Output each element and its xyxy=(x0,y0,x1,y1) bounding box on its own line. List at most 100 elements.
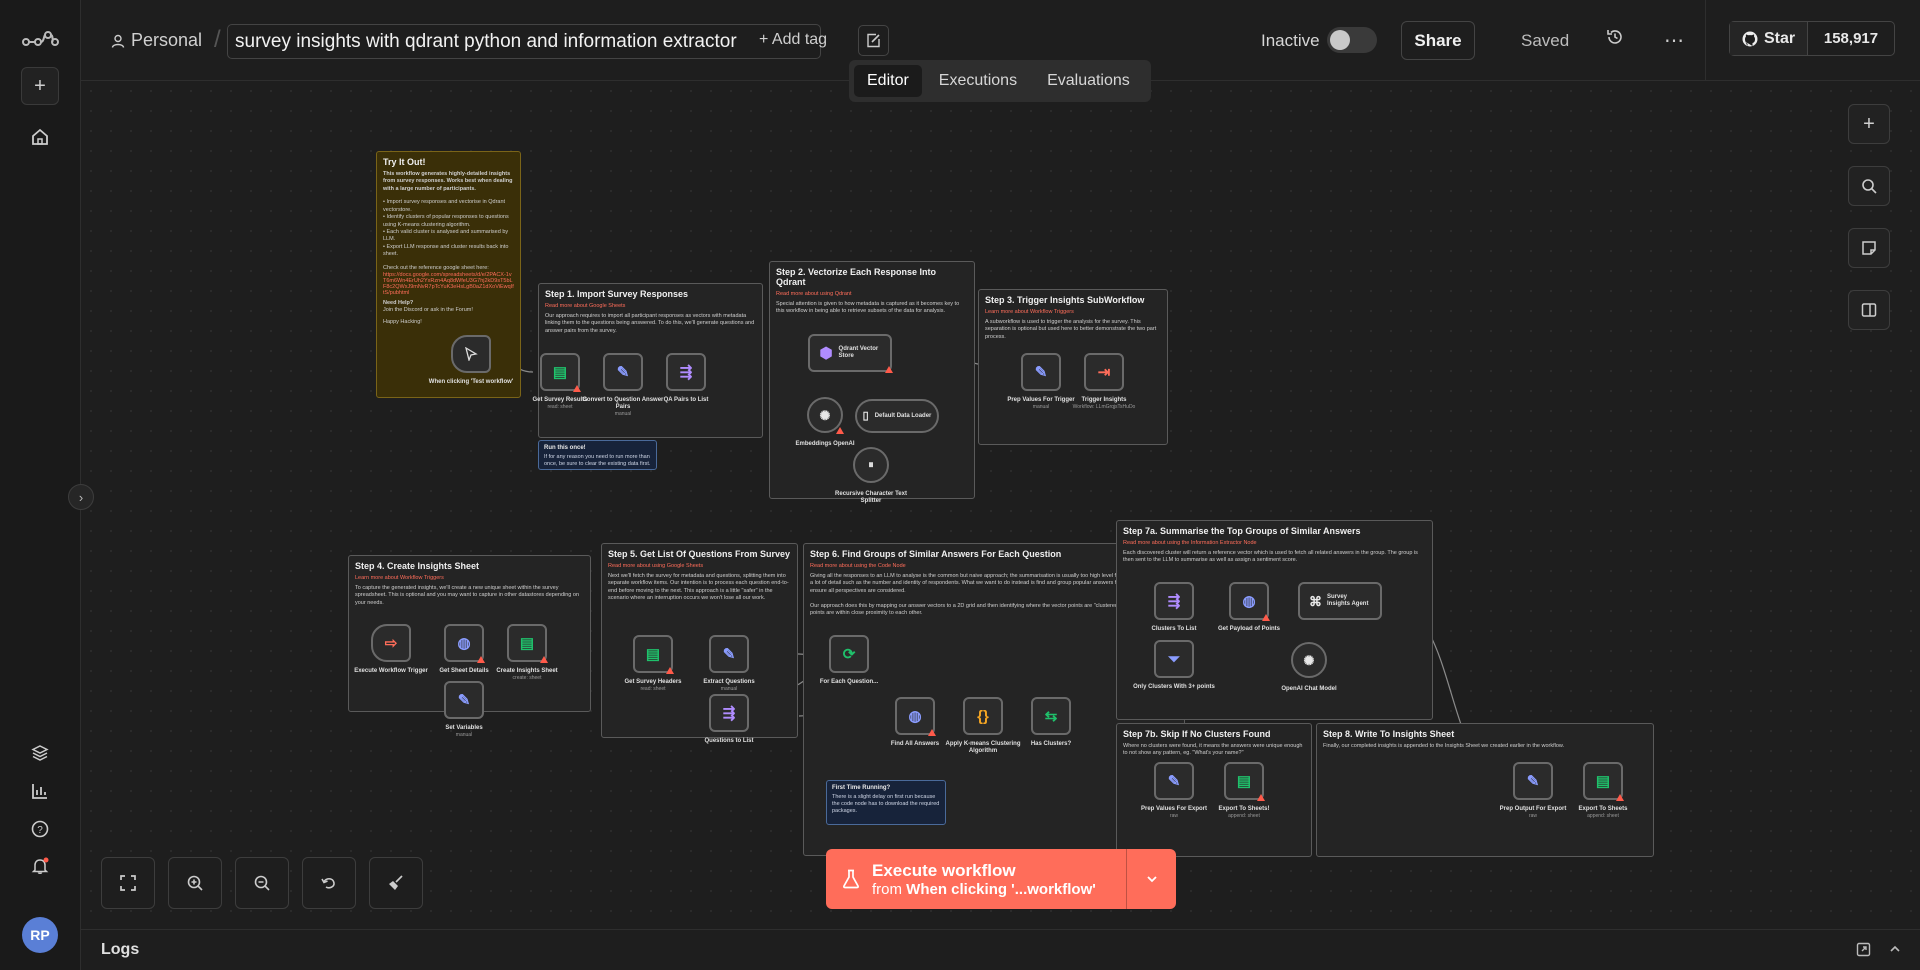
node-get-survey-results[interactable]: ▤ Get Survey Results read: sheet xyxy=(532,353,588,410)
toggle-panel-button[interactable] xyxy=(1848,290,1890,330)
add-sticky-button[interactable] xyxy=(1848,228,1890,268)
sticky-step-5[interactable]: Step 5. Get List Of Questions From Surve… xyxy=(601,543,798,738)
view-tabs: Editor Executions Evaluations xyxy=(849,60,1151,102)
warning-icon xyxy=(573,385,581,392)
sticky-ref-link[interactable]: https://docs.google.com/spreadsheets/d/e… xyxy=(383,272,514,296)
sticky-link[interactable]: Read more about using Google Sheets xyxy=(608,563,791,569)
sticky-step-7b[interactable]: Step 7b. Skip If No Clusters Found Where… xyxy=(1116,723,1312,857)
sticky-first-time[interactable]: First Time Running? There is a slight de… xyxy=(826,780,946,825)
node-convert-qa-pairs[interactable]: ✎ Convert to Question Answer Pairs manual xyxy=(583,353,663,417)
node-questions-to-list[interactable]: ⇶ Questions to List xyxy=(704,694,754,744)
node-execute-workflow-trigger[interactable]: ⇨ Execute Workflow Trigger xyxy=(354,624,428,674)
help-icon[interactable]: ? xyxy=(21,810,59,848)
tidy-up-button[interactable] xyxy=(369,857,423,909)
node-get-payload[interactable]: ◍ Get Payload of Points xyxy=(1218,582,1280,632)
zoom-out-button[interactable] xyxy=(235,857,289,909)
share-button[interactable]: Share xyxy=(1401,21,1475,60)
workflow-canvas[interactable]: Try It Out! This workflow generates high… xyxy=(81,81,1920,929)
active-toggle[interactable] xyxy=(1327,27,1377,53)
more-options-icon[interactable]: ⋯ xyxy=(1664,28,1684,53)
tab-editor[interactable]: Editor xyxy=(854,65,922,97)
node-label: Qdrant Vector Store xyxy=(838,345,879,359)
node-extract-questions[interactable]: ✎ Extract Questions manual xyxy=(703,635,755,692)
node-qdrant-vector-store[interactable]: ⬢ Qdrant Vector Store xyxy=(808,334,893,373)
notifications-icon[interactable] xyxy=(21,847,59,885)
sticky-link[interactable]: Read more about using Qdrant xyxy=(776,291,968,297)
node-has-clusters[interactable]: ⇆ Has Clusters? xyxy=(1031,697,1071,747)
create-button[interactable]: + xyxy=(21,67,59,105)
node-label: OpenAI Chat Model xyxy=(1281,686,1337,692)
tab-executions[interactable]: Executions xyxy=(926,65,1030,97)
add-node-button[interactable]: + xyxy=(1848,104,1890,144)
sticky-text: Special attention is given to how metada… xyxy=(776,301,960,315)
sticky-text: Each discovered cluster will return a re… xyxy=(1123,550,1418,564)
search-nodes-button[interactable] xyxy=(1848,166,1890,206)
node-for-each-question[interactable]: ⟳ For Each Question... xyxy=(820,635,878,685)
history-icon[interactable] xyxy=(1606,28,1624,51)
sticky-try-it-out[interactable]: Try It Out! This workflow generates high… xyxy=(376,151,521,398)
node-trigger-insights[interactable]: ⇥ Trigger Insights Workflow: LLmGrqjsTsHu… xyxy=(1073,353,1135,410)
workflow-name-input[interactable]: survey insights with qdrant python and i… xyxy=(227,24,821,59)
expand-sidebar-button[interactable]: › xyxy=(68,484,94,510)
node-export-to-sheets-7b[interactable]: ▤ Export To Sheets! append: sheet xyxy=(1219,762,1269,819)
add-tag-button[interactable]: + Add tag xyxy=(759,31,827,49)
node-get-sheet-details[interactable]: ◍ Get Sheet Details xyxy=(439,624,489,674)
zoom-in-button[interactable] xyxy=(168,857,222,909)
note-edit-icon xyxy=(867,33,880,48)
tab-evaluations[interactable]: Evaluations xyxy=(1034,65,1143,97)
edit-fields-icon: ✎ xyxy=(1034,363,1048,381)
execute-options-button[interactable] xyxy=(1126,849,1176,909)
search-icon xyxy=(1862,179,1877,194)
sticky-title: Step 1. Import Survey Responses xyxy=(545,289,689,299)
node-manual-trigger[interactable]: When clicking 'Test workflow' xyxy=(429,335,513,385)
execute-main[interactable]: Execute workflow from When clicking '...… xyxy=(826,849,1126,909)
node-export-to-sheets-8[interactable]: ▤ Export To Sheets append: sheet xyxy=(1579,762,1627,819)
popout-icon[interactable] xyxy=(1856,942,1871,962)
chevron-up-icon[interactable] xyxy=(1888,942,1902,961)
sticky-run-once[interactable]: Run this once! If for any reason you nee… xyxy=(538,440,657,470)
github-star-button[interactable]: Star 158,917 xyxy=(1729,21,1895,56)
node-find-all-answers[interactable]: ◍ Find All Answers xyxy=(891,697,939,747)
node-label: Questions to List xyxy=(704,738,754,744)
sticky-step-3[interactable]: Step 3. Trigger Insights SubWorkflow Lea… xyxy=(978,289,1168,445)
node-set-variables[interactable]: ✎ Set Variables manual xyxy=(444,681,484,738)
execute-workflow-button[interactable]: Execute workflow from When clicking '...… xyxy=(826,849,1176,909)
fit-view-button[interactable] xyxy=(101,857,155,909)
node-get-survey-headers[interactable]: ▤ Get Survey Headers read: sheet xyxy=(624,635,682,692)
node-survey-insights-agent[interactable]: ⌘ Survey Insights Agent xyxy=(1298,582,1382,620)
workflow-description-button[interactable] xyxy=(858,25,889,56)
node-kmeans-clustering[interactable]: {} Apply K-means Clustering Algorithm xyxy=(945,697,1021,754)
logs-panel-bar[interactable]: Logs xyxy=(81,929,1920,970)
node-qa-pairs-list[interactable]: ⇶ QA Pairs to List xyxy=(664,353,708,403)
node-create-insights-sheet[interactable]: ▤ Create Insights Sheet create: sheet xyxy=(496,624,558,681)
node-only-clusters[interactable]: ⏷ Only Clusters With 3+ points xyxy=(1133,640,1215,690)
node-prep-output-export[interactable]: ✎ Prep Output For Export raw xyxy=(1500,762,1566,819)
sticky-link[interactable]: Read more about using the Information Ex… xyxy=(1123,540,1426,546)
note-title: Run this once! xyxy=(544,445,586,451)
google-sheets-icon: ▤ xyxy=(1236,772,1252,790)
node-clusters-to-list[interactable]: ⇶ Clusters To List xyxy=(1152,582,1196,632)
sticky-link[interactable]: Learn more about Workflow Triggers xyxy=(355,575,584,581)
node-prep-values-trigger[interactable]: ✎ Prep Values For Trigger manual xyxy=(1007,353,1075,410)
node-label: Set Variables manual xyxy=(445,725,483,739)
sticky-link[interactable]: Read more about Google Sheets xyxy=(545,303,756,309)
reset-zoom-button[interactable] xyxy=(302,857,356,909)
avatar[interactable]: RP xyxy=(22,917,58,953)
edit-fields-icon: ✎ xyxy=(616,363,630,381)
node-label: Trigger Insights Workflow: LLmGrqjsTsHuDo xyxy=(1072,397,1136,411)
node-prep-values-export[interactable]: ✎ Prep Values For Export raw xyxy=(1141,762,1207,819)
templates-icon[interactable] xyxy=(21,734,59,772)
n8n-logo[interactable] xyxy=(21,20,61,58)
home-icon[interactable] xyxy=(21,118,59,156)
insights-icon[interactable] xyxy=(21,772,59,810)
google-sheets-icon: ▤ xyxy=(1595,772,1611,790)
node-openai-chat-model[interactable]: ✺ OpenAI Chat Model xyxy=(1281,642,1337,692)
warning-icon xyxy=(1257,794,1265,801)
github-star-count: 158,917 xyxy=(1823,30,1879,47)
node-text-splitter[interactable]: ⏸ Recursive Character Text Splitter xyxy=(835,447,907,504)
sticky-link[interactable]: Learn more about Workflow Triggers xyxy=(985,309,1161,315)
left-sidebar: + ? RP xyxy=(0,0,81,970)
node-default-data-loader[interactable]: ▯ Default Data Loader xyxy=(855,399,939,433)
project-breadcrumb[interactable]: Personal xyxy=(111,30,202,51)
node-embeddings-openai[interactable]: ✺ Embeddings OpenAI xyxy=(795,397,855,447)
